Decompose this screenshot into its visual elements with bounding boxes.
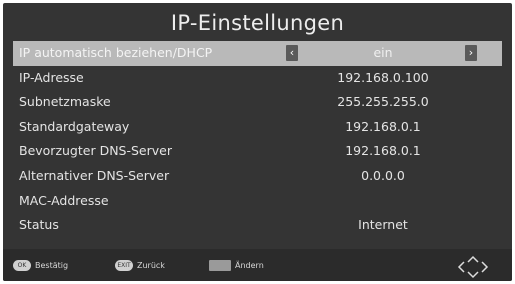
dpad-arrows-icon <box>457 255 489 279</box>
setting-mac-address[interactable]: MAC-Addresse <box>13 189 502 214</box>
hint-back-label: Zurück <box>137 260 165 270</box>
settings-list: IP automatisch beziehen/DHCP ‹ ein › IP-… <box>13 41 502 238</box>
ok-key-icon: OK <box>13 259 31 271</box>
setting-ip-address-label: IP-Adresse <box>19 69 84 85</box>
setting-mac-address-label: MAC-Addresse <box>19 192 109 208</box>
setting-status-value: Internet <box>358 217 408 233</box>
setting-dhcp-label: IP automatisch beziehen/DHCP <box>19 45 213 60</box>
setting-preferred-dns-value: 192.168.0.1 <box>345 143 421 159</box>
footer-hints: OK Bestätig EXIT Zurück Ändern <box>3 249 512 281</box>
setting-ip-address[interactable]: IP-Adresse 192.168.0.100 <box>13 66 502 91</box>
setting-gateway-value: 192.168.0.1 <box>345 118 421 134</box>
setting-gateway-label: Standardgateway <box>19 118 130 134</box>
hint-confirm-label: Bestätig <box>35 260 69 270</box>
setting-subnet-mask-value: 255.255.255.0 <box>337 94 429 110</box>
setting-dhcp-value: ein <box>373 45 393 60</box>
color-key-icon <box>209 259 231 271</box>
hint-back[interactable]: EXIT Zurück <box>115 257 165 273</box>
page-title: IP-Einstellungen <box>170 11 345 35</box>
setting-alternate-dns[interactable]: Alternativer DNS-Server 0.0.0.0 <box>13 164 502 189</box>
arrow-right-icon[interactable]: › <box>465 45 477 61</box>
hint-change-label: Ändern <box>235 260 264 270</box>
hint-change[interactable]: Ändern <box>209 257 264 273</box>
setting-status-label: Status <box>19 217 59 233</box>
setting-preferred-dns[interactable]: Bevorzugter DNS-Server 192.168.0.1 <box>13 139 502 164</box>
setting-ip-address-value: 192.168.0.100 <box>337 69 429 85</box>
setting-status[interactable]: Status Internet <box>13 213 502 238</box>
setting-alternate-dns-value: 0.0.0.0 <box>361 167 405 183</box>
setting-alternate-dns-label: Alternativer DNS-Server <box>19 167 170 183</box>
hint-confirm[interactable]: OK Bestätig <box>13 257 68 273</box>
setting-subnet-mask-label: Subnetzmaske <box>19 94 111 110</box>
exit-key-icon: EXIT <box>115 259 133 271</box>
setting-gateway[interactable]: Standardgateway 192.168.0.1 <box>13 115 502 140</box>
setting-subnet-mask[interactable]: Subnetzmaske 255.255.255.0 <box>13 90 502 115</box>
setting-preferred-dns-label: Bevorzugter DNS-Server <box>19 143 172 159</box>
settings-screen: IP-Einstellungen IP automatisch beziehen… <box>3 3 512 281</box>
setting-dhcp[interactable]: IP automatisch beziehen/DHCP ‹ ein › <box>13 41 502 66</box>
